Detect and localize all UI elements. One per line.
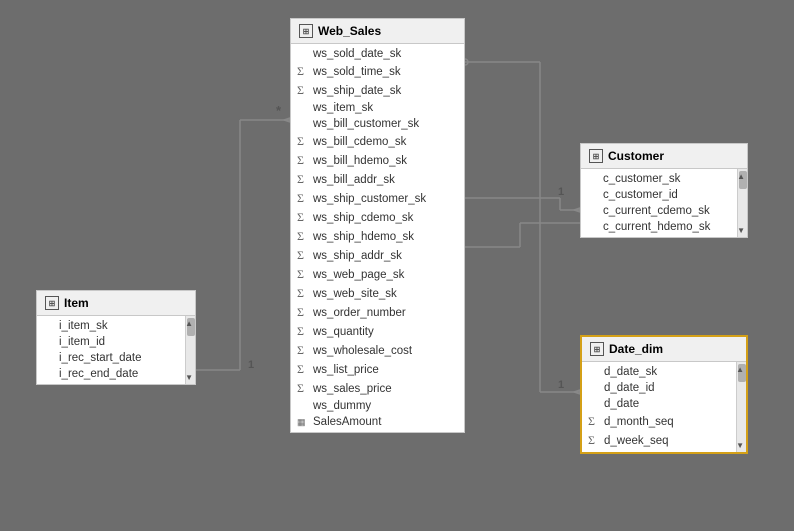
field-d_month_seq: Σ d_month_seq	[582, 412, 734, 431]
sigma-icon: Σ	[297, 324, 309, 339]
date-dim-title: Date_dim	[609, 342, 663, 356]
sigma-icon: Σ	[297, 267, 309, 282]
table-icon: ⊞	[590, 342, 604, 356]
chevron-up[interactable]: ▲	[736, 365, 744, 374]
field-ws_quantity: Σ ws_quantity	[291, 322, 464, 341]
table-icon: ⊞	[589, 149, 603, 163]
field-i_item_sk: i_item_sk	[37, 318, 183, 334]
field-ws_web_page_sk: Σ ws_web_page_sk	[291, 265, 464, 284]
item-body: i_item_sk i_item_id i_rec_start_date i_r…	[37, 316, 195, 384]
sigma-icon: Σ	[297, 83, 309, 98]
field-c_customer_id: c_customer_id	[581, 187, 735, 203]
field-i_rec_end_date: i_rec_end_date	[37, 366, 183, 382]
sigma-icon: Σ	[297, 286, 309, 301]
table-icon: ⊞	[45, 296, 59, 310]
chevron-up[interactable]: ▲	[185, 319, 193, 328]
field-i_item_id: i_item_id	[37, 334, 183, 350]
sigma-icon: Σ	[297, 64, 309, 79]
sigma-icon: Σ	[297, 305, 309, 320]
customer-header: ⊞ Customer	[581, 144, 747, 169]
customer-body: c_customer_sk c_customer_id c_current_cd…	[581, 169, 747, 237]
field-sales-amount: ▦ SalesAmount	[291, 414, 464, 430]
field-ws_bill_cdemo_sk: Σ ws_bill_cdemo_sk	[291, 132, 464, 151]
field-ws_web_site_sk: Σ ws_web_site_sk	[291, 284, 464, 303]
field-ws_ship_customer_sk: Σ ws_ship_customer_sk	[291, 189, 464, 208]
sigma-icon: Σ	[297, 191, 309, 206]
field-d_date_id: d_date_id	[582, 380, 734, 396]
scroll-bar[interactable]	[736, 362, 746, 452]
table-icon: ⊞	[299, 24, 313, 38]
sigma-icon: Σ	[588, 414, 600, 429]
field-c_current_cdemo_sk: c_current_cdemo_sk	[581, 203, 735, 219]
item-title: Item	[64, 296, 89, 310]
web-sales-table: ⊞ Web_Sales ws_sold_date_sk Σ ws_sold_ti…	[290, 18, 465, 433]
field-d_date: d_date	[582, 396, 734, 412]
field-ws_ship_date_sk: Σ ws_ship_date_sk	[291, 81, 464, 100]
chevron-up[interactable]: ▲	[737, 172, 745, 181]
date-dim-table: ⊞ Date_dim d_date_sk d_date_id d_date Σ …	[580, 335, 748, 454]
web-sales-title: Web_Sales	[318, 24, 381, 38]
field-ws_sales_price: Σ ws_sales_price	[291, 379, 464, 398]
field-ws_bill_addr_sk: Σ ws_bill_addr_sk	[291, 170, 464, 189]
field-ws_sold_time_sk: Σ ws_sold_time_sk	[291, 62, 464, 81]
field-c_customer_sk: c_customer_sk	[581, 171, 735, 187]
customer-title: Customer	[608, 149, 664, 163]
web-sales-body: ws_sold_date_sk Σ ws_sold_time_sk Σ ws_s…	[291, 44, 464, 432]
field-ws_order_number: Σ ws_order_number	[291, 303, 464, 322]
field-ws_item_sk: ws_item_sk	[291, 100, 464, 116]
field-i_rec_start_date: i_rec_start_date	[37, 350, 183, 366]
measure-icon: ▦	[297, 417, 309, 428]
svg-text:1: 1	[558, 379, 564, 391]
sigma-icon: Σ	[588, 433, 600, 448]
sigma-icon: Σ	[297, 381, 309, 396]
sigma-icon: Σ	[297, 172, 309, 187]
sigma-icon: Σ	[297, 248, 309, 263]
svg-text:1: 1	[248, 359, 254, 371]
date-dim-body: d_date_sk d_date_id d_date Σ d_month_seq…	[582, 362, 746, 452]
sigma-icon: Σ	[297, 229, 309, 244]
svg-text:1: 1	[558, 186, 564, 198]
field-ws_ship_addr_sk: Σ ws_ship_addr_sk	[291, 246, 464, 265]
sigma-icon: Σ	[297, 134, 309, 149]
field-d_date_sk: d_date_sk	[582, 364, 734, 380]
item-header: ⊞ Item	[37, 291, 195, 316]
date-dim-header: ⊞ Date_dim	[582, 337, 746, 362]
svg-text:*: *	[276, 103, 282, 118]
field-ws_wholesale_cost: Σ ws_wholesale_cost	[291, 341, 464, 360]
sigma-icon: Σ	[297, 153, 309, 168]
field-ws_bill_hdemo_sk: Σ ws_bill_hdemo_sk	[291, 151, 464, 170]
field-ws_ship_cdemo_sk: Σ ws_ship_cdemo_sk	[291, 208, 464, 227]
field-ws_sold_date_sk: ws_sold_date_sk	[291, 46, 464, 62]
web-sales-header: ⊞ Web_Sales	[291, 19, 464, 44]
chevron-down[interactable]: ▼	[185, 373, 193, 382]
chevron-down[interactable]: ▼	[737, 226, 745, 235]
item-table: ⊞ Item i_item_sk i_item_id i_rec_start_d…	[36, 290, 196, 385]
sigma-icon: Σ	[297, 210, 309, 225]
sigma-icon: Σ	[297, 362, 309, 377]
customer-table: ⊞ Customer c_customer_sk c_customer_id c…	[580, 143, 748, 238]
field-c_current_hdemo_sk: c_current_hdemo_sk	[581, 219, 735, 235]
sigma-icon: Σ	[297, 343, 309, 358]
field-ws_bill_customer_sk: ws_bill_customer_sk	[291, 116, 464, 132]
field-ws_ship_hdemo_sk: Σ ws_ship_hdemo_sk	[291, 227, 464, 246]
chevron-down[interactable]: ▼	[736, 441, 744, 450]
field-ws_dummy: ws_dummy	[291, 398, 464, 414]
field-d_week_seq: Σ d_week_seq	[582, 431, 734, 450]
field-ws_list_price: Σ ws_list_price	[291, 360, 464, 379]
